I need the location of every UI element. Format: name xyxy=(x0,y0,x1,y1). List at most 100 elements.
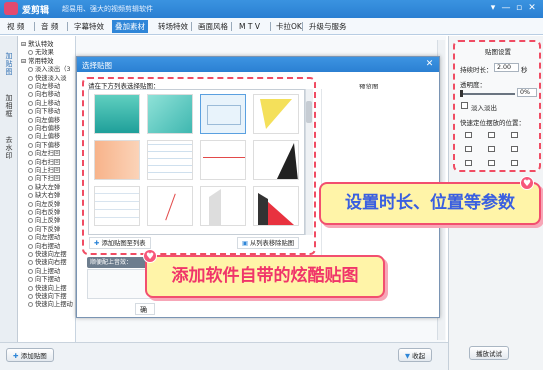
effect-item-label: 快速向上摆动 xyxy=(35,301,73,309)
radio-icon xyxy=(28,277,33,283)
radio-icon xyxy=(28,294,33,299)
sticker-thumb[interactable] xyxy=(200,186,246,226)
preview-play-button[interactable]: 播放试试 xyxy=(469,346,509,360)
add-sticker-to-list-label: 添加贴图至列表 xyxy=(101,240,146,247)
vtab-add-sticker[interactable]: 加 贴 图 xyxy=(1,52,17,76)
radio-icon xyxy=(28,193,33,199)
duration-input[interactable]: 2.00 xyxy=(494,63,519,72)
tab-picture-style[interactable]: 画面风格 xyxy=(195,20,231,33)
position-bottom-right[interactable] xyxy=(511,160,518,166)
radio-icon xyxy=(28,210,33,215)
sticker-shape xyxy=(260,99,292,129)
opacity-input[interactable]: 0% xyxy=(517,88,537,97)
dialog-close-icon[interactable]: ✕ xyxy=(424,59,435,69)
tab-overlay-material[interactable]: 叠加素材 xyxy=(112,20,148,33)
position-bottom-center[interactable] xyxy=(488,160,495,166)
position-top-left[interactable] xyxy=(465,132,472,138)
sticker-shape xyxy=(203,157,245,158)
vtab-add-frame[interactable]: 加 相 框 xyxy=(1,94,17,118)
radio-icon xyxy=(28,100,33,106)
radio-icon xyxy=(28,184,33,190)
sticker-thumb[interactable] xyxy=(147,140,193,180)
radio-icon xyxy=(28,126,33,131)
radio-icon xyxy=(28,252,33,257)
collapse-label: 收起 xyxy=(412,352,426,360)
menu-divider xyxy=(34,22,35,31)
tab-video[interactable]: 视 频 xyxy=(4,20,27,33)
radio-icon xyxy=(28,142,33,148)
radio-icon xyxy=(28,260,33,266)
sticker-shape xyxy=(165,193,176,221)
dialog-title: 选择贴图 xyxy=(82,61,112,70)
menu-dropdown-icon[interactable]: ▾ xyxy=(487,2,499,14)
vtab-remove-watermark[interactable]: 去 水 印 xyxy=(1,136,17,160)
sticker-thumb[interactable] xyxy=(94,186,140,226)
position-middle-right[interactable] xyxy=(511,146,518,152)
sticker-shape xyxy=(209,189,221,225)
close-icon[interactable]: ✕ xyxy=(526,2,538,14)
sticker-thumb[interactable] xyxy=(94,94,140,134)
add-sticker-to-list-button[interactable]: ✚ 添加贴图至列表 xyxy=(89,237,151,249)
preview-box xyxy=(321,89,433,257)
menu-divider xyxy=(67,22,68,31)
dialog-title-bar: 选择贴图 ✕ xyxy=(77,57,439,72)
sticker-settings: 贴图设置 持续时长： 2.00 秒 透明度： 0% 淡入淡出 快速定位摆放的位置… xyxy=(453,40,541,172)
collapse-button[interactable]: ▼ 收起 xyxy=(398,348,433,362)
tab-audio[interactable]: 音 频 xyxy=(38,20,61,33)
maximize-icon[interactable]: ▫ xyxy=(513,2,525,14)
opacity-label: 透明度： xyxy=(460,81,486,89)
heart-icon: ♥ xyxy=(143,249,157,263)
duration-unit: 秒 xyxy=(521,66,528,74)
tab-transition-effects[interactable]: 转场特效 xyxy=(155,20,191,33)
effect-item[interactable]: 快速向上摆动 xyxy=(28,299,73,308)
radio-icon xyxy=(28,92,33,98)
tab-mtv[interactable]: M T V xyxy=(236,20,263,33)
tab-subtitle-effects[interactable]: 字幕特效 xyxy=(71,20,107,33)
remove-sticker-from-list-button[interactable]: ▣ 从列表移除贴图 xyxy=(237,237,300,249)
sticker-thumb[interactable] xyxy=(200,140,246,180)
side-tabs: 加 贴 图 加 相 框 去 水 印 xyxy=(0,36,18,370)
stickers-callout: 添加软件自带的炫酷贴图 xyxy=(145,255,385,298)
sticker-thumb[interactable] xyxy=(253,140,299,180)
radio-icon xyxy=(28,159,33,165)
sticker-grid-scroll-thumb[interactable] xyxy=(306,101,312,123)
sticker-thumb[interactable] xyxy=(94,140,140,180)
sticker-thumb[interactable] xyxy=(253,186,299,226)
radio-icon xyxy=(28,243,33,249)
tab-karaoke[interactable]: 卡拉OK xyxy=(273,20,305,33)
heart-icon: ♥ xyxy=(520,176,534,190)
radio-icon xyxy=(28,176,33,182)
radio-icon xyxy=(28,50,33,56)
radio-icon xyxy=(28,75,33,81)
sticker-thumb[interactable] xyxy=(147,186,193,226)
menu-divider xyxy=(191,22,192,31)
position-center[interactable] xyxy=(488,146,495,152)
fade-checkbox[interactable] xyxy=(461,102,468,109)
title-bar: 爱剪辑 超易用、强大的视频剪辑软件 ▾ — ▫ ✕ xyxy=(0,0,543,18)
position-top-right[interactable] xyxy=(511,132,518,138)
sticker-thumb[interactable] xyxy=(147,94,193,134)
position-top-center[interactable] xyxy=(488,132,495,138)
sticker-shape xyxy=(276,143,298,179)
radio-icon xyxy=(28,285,33,291)
position-middle-left[interactable] xyxy=(465,146,472,152)
position-label: 快速定位摆放的位置： xyxy=(460,119,525,127)
position-bottom-left[interactable] xyxy=(465,160,472,166)
settings-title: 贴图设置 xyxy=(485,48,511,56)
sticker-thumb[interactable] xyxy=(253,94,299,134)
add-sticker-button[interactable]: ✚ 添加贴图 xyxy=(6,348,54,362)
sticker-thumb-selected[interactable] xyxy=(200,94,246,134)
radio-icon xyxy=(28,235,33,241)
opacity-slider-handle[interactable] xyxy=(460,90,463,97)
ok-button[interactable]: 确 xyxy=(135,303,155,315)
app-title: 爱剪辑 xyxy=(22,6,50,16)
plus-icon: ✚ xyxy=(13,352,21,360)
menu-bar: 视 频 音 频 字幕特效 叠加素材 转场特效 画面风格 M T V 卡拉OK 升… xyxy=(0,18,543,35)
minimize-icon[interactable]: — xyxy=(500,2,512,14)
tab-upgrade-service[interactable]: 升级与服务 xyxy=(306,20,350,33)
add-sticker-label: 添加贴图 xyxy=(20,352,47,360)
radio-icon xyxy=(28,134,33,140)
opacity-slider[interactable] xyxy=(461,93,515,95)
radio-icon xyxy=(28,67,33,73)
duration-label: 持续时长： xyxy=(460,66,493,74)
